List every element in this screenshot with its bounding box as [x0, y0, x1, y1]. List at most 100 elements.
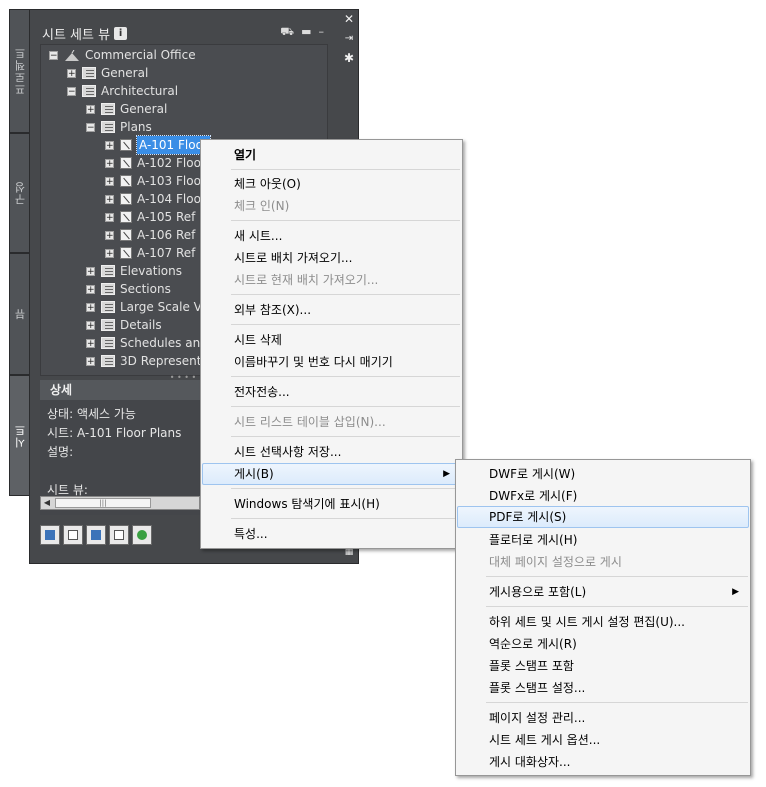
tree-node[interactable]: − Commercial Office — [49, 46, 196, 64]
menu-item-publish[interactable]: 게시(B) ▶ — [202, 463, 461, 485]
tree-node[interactable]: + Details — [86, 316, 162, 334]
menu-item-publish-dialog[interactable]: 게시 대화상자... — [457, 751, 749, 773]
subset-icon — [82, 85, 96, 97]
menu-item-save-selection[interactable]: 시트 선택사항 저장... — [202, 441, 461, 463]
tree-expander[interactable]: − — [86, 122, 95, 132]
menu-separator — [486, 576, 748, 577]
details-scrollbar[interactable]: ◀ ||| — [40, 496, 200, 510]
sheet-set-open-icon[interactable]: ⛟ — [280, 25, 294, 40]
tree-expander[interactable]: + — [86, 266, 95, 276]
tree-expander[interactable]: + — [105, 230, 114, 240]
tree-expander[interactable]: − — [67, 86, 76, 96]
tree-expander[interactable]: + — [105, 248, 114, 258]
tree-expander[interactable]: + — [86, 302, 95, 312]
tree-node[interactable]: + A-105 Ref — [105, 208, 195, 226]
menu-item-new-sheet[interactable]: 새 시트... — [202, 225, 461, 247]
tree-expander[interactable]: + — [86, 356, 95, 366]
submenu-arrow-icon: ▶ — [443, 469, 450, 479]
menu-item-include-stamp[interactable]: 플롯 스탬프 포함 — [457, 655, 749, 677]
tree-node[interactable]: + A-107 Ref — [105, 244, 195, 262]
sheet-list-icon[interactable] — [63, 525, 83, 545]
tree-expander[interactable]: + — [105, 194, 114, 204]
menu-item-show-in-explorer[interactable]: Windows 탐색기에 표시(H) — [202, 493, 461, 515]
menu-item-xref[interactable]: 외부 참조(X)... — [202, 299, 461, 321]
submenu-arrow-icon: ▶ — [732, 587, 739, 597]
palette-toolbar — [40, 525, 152, 545]
tab-sheets[interactable]: 시트 — [9, 375, 31, 496]
menu-item-publish-options[interactable]: 시트 세트 게시 옵션... — [457, 729, 749, 751]
tree-node-selected[interactable]: + A-101 Floor — [105, 135, 211, 155]
palette-side-tabs: 프로젝트 구성 뷰 시트 — [9, 9, 31, 496]
tree-node[interactable]: + General — [86, 100, 167, 118]
subset-icon — [101, 301, 115, 313]
tree-expander[interactable]: + — [86, 320, 95, 330]
menu-item-open[interactable]: 열기 — [202, 144, 461, 166]
tree-expander[interactable]: + — [105, 158, 114, 168]
menu-item-import-current-layout: 시트로 현재 배치 가져오기... — [234, 273, 379, 287]
details-status: 상태: 액세스 가능 — [47, 407, 136, 421]
menu-item-properties[interactable]: 특성... — [202, 523, 461, 545]
menu-item-publish-dwfx[interactable]: DWFx로 게시(F) — [457, 485, 749, 507]
refresh-icon[interactable] — [132, 525, 152, 545]
tree-expander[interactable]: + — [67, 68, 76, 78]
sheet-icon — [120, 229, 132, 241]
tab-view[interactable]: 뷰 — [9, 253, 31, 375]
tree-node[interactable]: +3D Representa — [86, 352, 209, 370]
menu-separator — [231, 324, 460, 325]
view-select-icon[interactable] — [86, 525, 106, 545]
menu-item-reverse-order[interactable]: 역순으로 게시(R) — [457, 633, 749, 655]
menu-item-edit-subset[interactable]: 하위 세트 및 시트 게시 설정 편집(U)... — [457, 611, 749, 633]
tree-node[interactable]: − Plans — [86, 118, 152, 136]
tree-expander[interactable]: + — [86, 338, 95, 348]
close-icon[interactable]: ✕ — [342, 12, 356, 26]
scroll-thumb[interactable]: ||| — [55, 498, 151, 508]
scroll-left-icon[interactable]: ◀ — [41, 497, 53, 509]
properties-gear-icon[interactable]: ✱ — [342, 51, 356, 65]
tree-expander[interactable]: + — [86, 104, 95, 114]
tree-node[interactable]: + A-103 Floo — [105, 172, 201, 190]
menu-item-publish-dwf[interactable]: DWF로 게시(W) — [457, 463, 749, 485]
tree-node[interactable]: + Schedules and — [86, 334, 208, 352]
menu-item-include-for-publish[interactable]: 게시용으로 포함(L) ▶ — [457, 581, 749, 603]
subset-icon — [101, 337, 115, 349]
tree-expander[interactable]: + — [105, 176, 114, 186]
table-icon[interactable] — [109, 525, 129, 545]
auto-hide-icon[interactable]: ⇥ — [342, 32, 356, 46]
details-heading[interactable]: 상세 — [40, 380, 200, 400]
menu-item-remove-sheet[interactable]: 시트 삭제 — [202, 329, 461, 351]
tree-expander[interactable]: − — [49, 50, 58, 60]
tree-node[interactable]: + Elevations — [86, 262, 182, 280]
menu-separator — [231, 220, 460, 221]
details-sheet: 시트: A-101 Floor Plans — [47, 426, 182, 440]
sheet-icon — [120, 247, 132, 259]
tree-expander[interactable]: + — [105, 212, 114, 222]
tree-expander[interactable]: + — [105, 140, 114, 150]
menu-item-etransmit[interactable]: 전자전송... — [202, 381, 461, 403]
menu-item-import-layout[interactable]: 시트로 배치 가져오기... — [202, 247, 461, 269]
menu-item-publish-pdf[interactable]: PDF로 게시(S) — [457, 506, 749, 528]
tab-project[interactable]: 프로젝트 — [9, 9, 31, 133]
menu-item-manage-page-setups[interactable]: 페이지 설정 관리... — [457, 707, 749, 729]
menu-item-rename-renumber[interactable]: 이름바꾸기 및 번호 다시 매기기 — [202, 351, 461, 373]
publish-icon[interactable] — [40, 525, 60, 545]
tree-node[interactable]: + Sections — [86, 280, 171, 298]
subset-icon — [101, 103, 115, 115]
folder-icon[interactable]: ▬ — [301, 25, 311, 40]
menu-item-check-out[interactable]: 체크 아웃(O) — [202, 173, 461, 195]
tree-node[interactable]: + General — [67, 64, 148, 82]
menu-item-publish-plotter[interactable]: 플로터로 게시(H) — [457, 529, 749, 551]
tree-node[interactable]: − Architectural — [67, 82, 178, 100]
subset-icon — [101, 319, 115, 331]
collapse-icon[interactable]: – — [319, 25, 325, 40]
tree-node[interactable]: + A-102 Floo — [105, 154, 201, 172]
subset-icon — [82, 67, 96, 79]
tree-node[interactable]: + A-106 Ref — [105, 226, 195, 244]
tree-node[interactable]: + Large Scale Vi — [86, 298, 205, 316]
sheet-set-icon — [64, 49, 80, 61]
menu-item-stamp-settings[interactable]: 플롯 스탬프 설정... — [457, 677, 749, 699]
tree-node[interactable]: + A-104 Floo — [105, 190, 201, 208]
tree-expander[interactable]: + — [86, 284, 95, 294]
menu-separator — [231, 294, 460, 295]
info-icon[interactable]: i — [114, 26, 128, 40]
tab-organization[interactable]: 구성 — [9, 133, 31, 253]
